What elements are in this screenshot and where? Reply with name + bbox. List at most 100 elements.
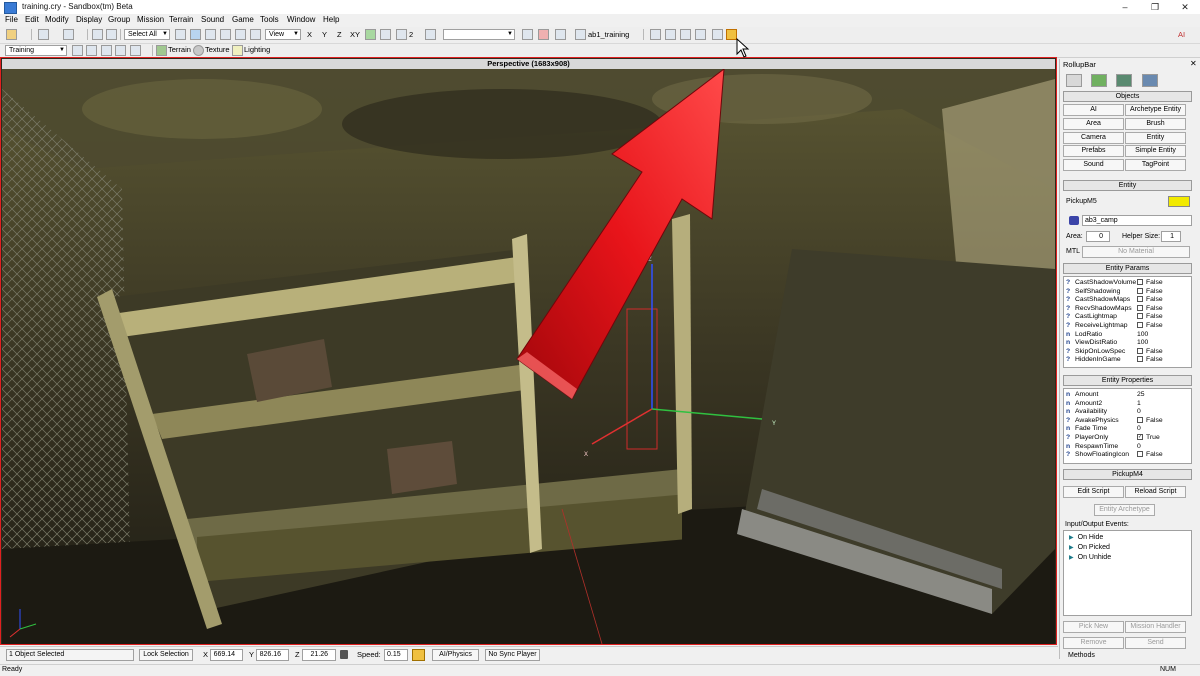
objects-tab-icon[interactable] bbox=[1066, 74, 1082, 87]
entity-button[interactable]: Entity bbox=[1125, 132, 1186, 144]
link-icon[interactable] bbox=[92, 29, 103, 40]
minimize-button[interactable]: – bbox=[1110, 0, 1140, 14]
archetype-entity-button[interactable]: Archetype Entity bbox=[1125, 104, 1186, 116]
property-row[interactable]: ? ShowFloatingIcon False bbox=[1064, 450, 1189, 459]
menu-terrain[interactable]: Terrain bbox=[169, 15, 193, 24]
viewport-title[interactable]: Perspective (1683x908) bbox=[2, 59, 1055, 69]
area-button[interactable]: Area bbox=[1063, 118, 1124, 130]
menu-edit[interactable]: Edit bbox=[25, 15, 39, 24]
objects-header[interactable]: Objects bbox=[1063, 91, 1192, 102]
entity-color-swatch[interactable] bbox=[1168, 196, 1190, 207]
property-checkbox[interactable] bbox=[1137, 347, 1143, 354]
ai-physics-button[interactable]: AI/Physics bbox=[432, 649, 479, 661]
lighting-button[interactable]: Lighting bbox=[244, 44, 270, 55]
viewport[interactable]: Perspective (1683x908) Z X Y bbox=[0, 57, 1057, 645]
menu-group[interactable]: Group bbox=[108, 15, 130, 24]
terrain-tab-icon[interactable] bbox=[1091, 74, 1107, 87]
select-all-combo[interactable]: Select All ▼ bbox=[124, 29, 170, 40]
remove-button[interactable]: Remove bbox=[1063, 637, 1124, 649]
property-value[interactable]: False bbox=[1146, 450, 1163, 459]
coordinate-system-combo[interactable]: View ▼ bbox=[265, 29, 301, 40]
reload-mission-icon[interactable] bbox=[115, 45, 126, 56]
sound-button[interactable]: Sound bbox=[1063, 159, 1124, 171]
entity-properties-header[interactable]: Entity Properties bbox=[1063, 375, 1192, 386]
axis-x-button[interactable]: X bbox=[307, 29, 312, 40]
property-checkbox[interactable] bbox=[1137, 279, 1143, 285]
property-checkbox[interactable]: ✓ bbox=[1137, 434, 1143, 440]
event-item[interactable]: ▶ On Unhide bbox=[1069, 553, 1189, 563]
scene-render[interactable]: Z X Y bbox=[2, 69, 1055, 644]
no-sync-player-button[interactable]: No Sync Player bbox=[485, 649, 540, 661]
save-selection-icon[interactable] bbox=[522, 29, 533, 40]
z-coordinate-input[interactable]: 21.26 bbox=[302, 649, 336, 661]
angle-snap-icon[interactable] bbox=[425, 29, 436, 40]
redo-icon[interactable] bbox=[63, 29, 74, 40]
maximize-button[interactable]: ❐ bbox=[1140, 0, 1170, 14]
property-checkbox[interactable] bbox=[1137, 304, 1143, 311]
pick-new-button[interactable]: Pick New bbox=[1063, 621, 1124, 633]
axis-xy-button[interactable]: XY bbox=[350, 29, 360, 40]
menu-modify[interactable]: Modify bbox=[45, 15, 69, 24]
property-checkbox[interactable] bbox=[1137, 451, 1143, 458]
remove-selection-icon[interactable] bbox=[538, 29, 549, 40]
align-icon[interactable] bbox=[665, 29, 676, 40]
rotate-icon[interactable] bbox=[205, 29, 216, 40]
x-coordinate-input[interactable]: 669.14 bbox=[210, 649, 243, 661]
entity-material-field[interactable]: ab3_camp bbox=[1082, 215, 1192, 226]
entity-archetype-button[interactable]: Entity Archetype bbox=[1094, 504, 1155, 516]
property-value[interactable]: False bbox=[1146, 355, 1163, 364]
camera-button[interactable]: Camera bbox=[1063, 132, 1124, 144]
entity-name[interactable]: PickupM5 bbox=[1066, 198, 1097, 205]
pickup-header[interactable]: PickupM4 bbox=[1063, 469, 1192, 480]
menu-window[interactable]: Window bbox=[287, 15, 315, 24]
game-mode-icon[interactable] bbox=[412, 649, 425, 661]
rollup-close-icon[interactable]: ✕ bbox=[1190, 59, 1197, 68]
event-item[interactable]: ▶ On Hide bbox=[1069, 533, 1189, 543]
axis-z-button[interactable]: Z bbox=[337, 29, 342, 40]
material-browser-icon[interactable] bbox=[695, 29, 706, 40]
lock-icon[interactable] bbox=[340, 650, 348, 659]
ai-toggle-button[interactable]: AI bbox=[1178, 29, 1185, 40]
mission-combo[interactable]: Training ▼ bbox=[5, 45, 67, 56]
tagpoint-button[interactable]: TagPoint bbox=[1125, 159, 1186, 171]
texture-button[interactable]: Texture bbox=[205, 44, 230, 55]
menu-display[interactable]: Display bbox=[76, 15, 102, 24]
menu-help[interactable]: Help bbox=[323, 15, 339, 24]
terrain-button[interactable]: Terrain bbox=[168, 44, 191, 55]
layers-icon[interactable] bbox=[555, 29, 566, 40]
menu-game[interactable]: Game bbox=[232, 15, 254, 24]
mission-handler-button[interactable]: Mission Handler bbox=[1125, 621, 1186, 633]
ai-button[interactable]: AI bbox=[1063, 104, 1124, 116]
simple-entity-button[interactable]: Simple Entity bbox=[1125, 145, 1186, 157]
area-input[interactable]: 0 bbox=[1086, 231, 1110, 242]
save-mission-icon[interactable] bbox=[86, 45, 97, 56]
menu-sound[interactable]: Sound bbox=[201, 15, 224, 24]
property-row[interactable]: ? HiddenInGame False bbox=[1064, 355, 1189, 364]
property-checkbox[interactable] bbox=[1137, 416, 1143, 423]
open-folder-icon[interactable] bbox=[6, 29, 17, 40]
entity-header[interactable]: Entity bbox=[1063, 180, 1192, 191]
prefabs-button[interactable]: Prefabs bbox=[1063, 145, 1124, 157]
selection-set-combo[interactable]: ▼ bbox=[443, 29, 515, 40]
edit-script-button[interactable]: Edit Script bbox=[1063, 486, 1124, 498]
axis-y-button[interactable]: Y bbox=[322, 29, 327, 40]
menu-file[interactable]: File bbox=[5, 15, 18, 24]
grid-size-value[interactable]: 2 bbox=[409, 29, 413, 40]
add-mission-icon[interactable] bbox=[72, 45, 83, 56]
object-list-icon[interactable] bbox=[680, 29, 691, 40]
delete-mission-icon[interactable] bbox=[101, 45, 112, 56]
send-button[interactable]: Send bbox=[1125, 637, 1186, 649]
select-terrain-icon[interactable] bbox=[235, 29, 246, 40]
character-editor-icon[interactable] bbox=[712, 29, 723, 40]
events-list[interactable]: ▶ On Hide ▶ On Picked ▶ On Unhide bbox=[1063, 530, 1192, 616]
display-tab-icon[interactable] bbox=[1116, 74, 1132, 87]
property-checkbox[interactable] bbox=[1137, 322, 1143, 328]
terrain-follow-icon[interactable] bbox=[365, 29, 376, 40]
mission-settings-icon[interactable] bbox=[130, 45, 141, 56]
property-checkbox[interactable] bbox=[1137, 287, 1143, 294]
helper-size-input[interactable]: 1 bbox=[1161, 231, 1181, 242]
snap-to-objects-icon[interactable] bbox=[380, 29, 391, 40]
goto-selection-icon[interactable] bbox=[650, 29, 661, 40]
current-layer-label[interactable]: ab1_training bbox=[588, 29, 629, 40]
scale-icon[interactable] bbox=[220, 29, 231, 40]
